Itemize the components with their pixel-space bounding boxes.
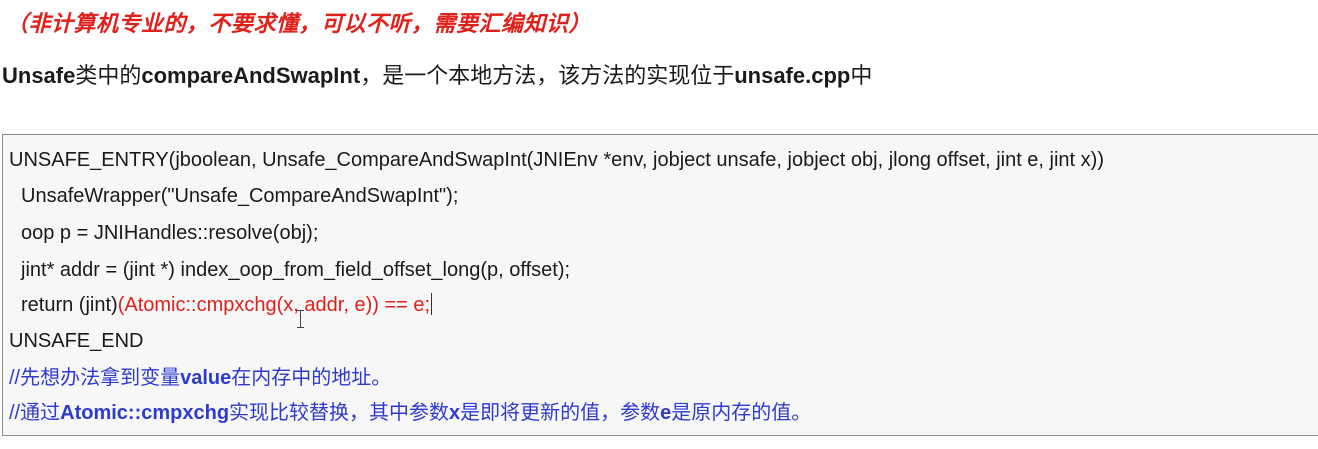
intro-class-name: Unsafe bbox=[2, 63, 76, 88]
comment-2-keyword: Atomic::cmpxchg bbox=[60, 402, 230, 424]
comment-2-part-a: //通过 bbox=[9, 402, 61, 424]
code-line-4: jint* addr = (jint *) index_oop_from_fie… bbox=[21, 259, 571, 281]
intro-file-name: unsafe.cpp bbox=[734, 63, 851, 88]
comment-2-part-c: 实现比较替换，其中参数 bbox=[229, 402, 450, 424]
note-text: （非计算机专业的，不要求懂，可以不听，需要汇编知识） bbox=[6, 11, 592, 36]
comment-1-part-a: //先想办法拿到变量 bbox=[9, 367, 181, 389]
intro-method-name: compareAndSwapInt bbox=[141, 63, 361, 88]
code-line-3: oop p = JNIHandles::resolve(obj); bbox=[21, 222, 319, 244]
comment-2-param-x: x bbox=[449, 402, 461, 424]
comment-line-2: //通过Atomic::cmpxchg实现比较替换，其中参数x是即将更新的值，参… bbox=[9, 401, 811, 425]
comment-1-part-c: 在内存中的地址。 bbox=[231, 367, 392, 389]
intro-text: Unsafe类中的compareAndSwapInt，是一个本地方法，该方法的实… bbox=[2, 58, 872, 90]
text-caret bbox=[431, 293, 433, 315]
intro-part-1: 类中的 bbox=[75, 63, 142, 88]
code-line-5: return (jint)(Atomic::cmpxchg(x, addr, e… bbox=[21, 293, 433, 317]
intro-part-3: 中 bbox=[850, 63, 873, 88]
code-block[interactable]: UNSAFE_ENTRY(jboolean, Unsafe_CompareAnd… bbox=[2, 134, 1318, 436]
intro-part-2: ，是一个本地方法，该方法的实现位于 bbox=[360, 63, 735, 88]
text-cursor-icon bbox=[297, 310, 305, 328]
comment-2-part-e: 是即将更新的值，参数 bbox=[460, 402, 661, 424]
comment-line-1: //先想办法拿到变量value在内存中的地址。 bbox=[9, 366, 391, 390]
comment-2-part-g: 是原内存的值。 bbox=[671, 402, 812, 424]
comment-2-param-e: e bbox=[660, 402, 672, 424]
code-line-6: UNSAFE_END bbox=[9, 330, 144, 352]
comment-1-keyword: value bbox=[180, 367, 232, 389]
code-line-5-highlight: (Atomic::cmpxchg(x, addr, e)) == e; bbox=[117, 294, 431, 316]
code-line-1: UNSAFE_ENTRY(jboolean, Unsafe_CompareAnd… bbox=[9, 149, 1104, 171]
code-line-2: UnsafeWrapper("Unsafe_CompareAndSwapInt"… bbox=[21, 185, 459, 207]
code-line-5-plain: return (jint) bbox=[21, 294, 118, 316]
